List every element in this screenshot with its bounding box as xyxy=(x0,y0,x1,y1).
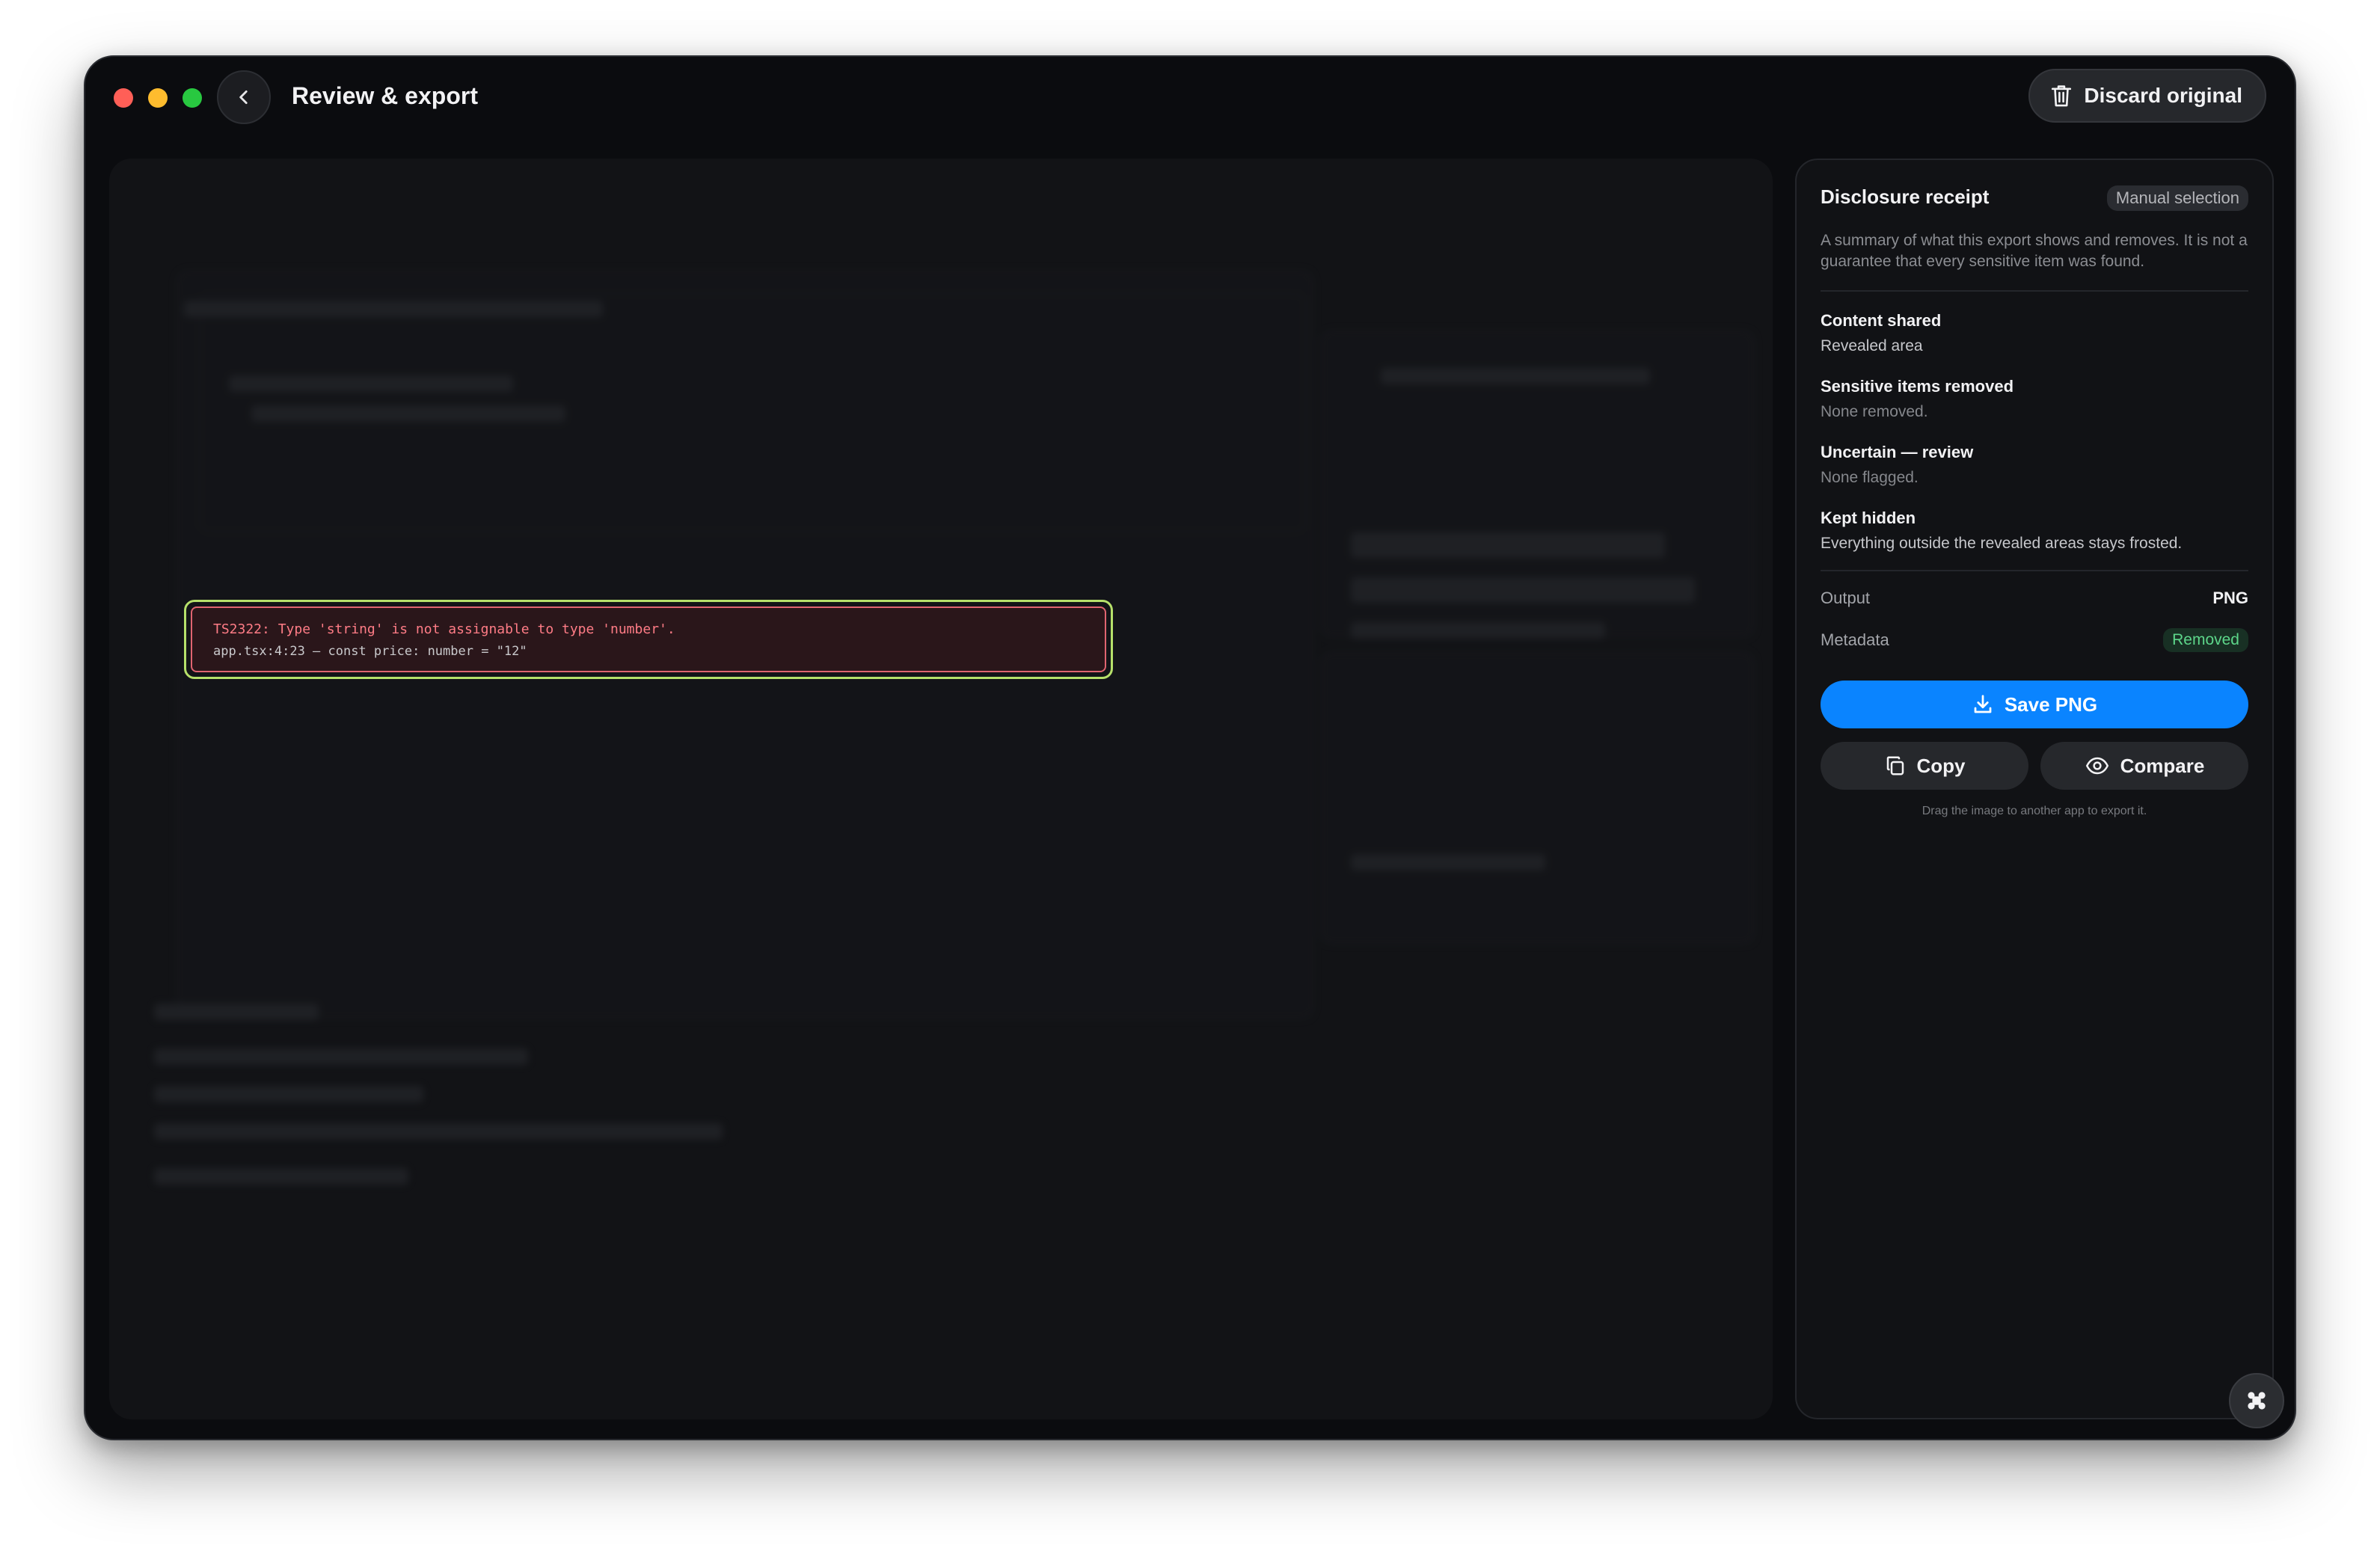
copy-button[interactable]: Copy xyxy=(1821,742,2028,790)
divider xyxy=(1821,570,2248,571)
save-png-button[interactable]: Save PNG xyxy=(1821,681,2248,728)
app-window: Review & export Discard original TS2322:… xyxy=(84,55,2296,1440)
back-button[interactable] xyxy=(217,70,271,124)
minimize-window-button[interactable] xyxy=(148,88,168,108)
disclosure-receipt-panel: Disclosure receipt Manual selection A su… xyxy=(1795,159,2274,1419)
export-hint: Drag the image to another app to export … xyxy=(1922,805,2147,817)
export-preview-canvas[interactable]: TS2322: Type 'string' is not assignable … xyxy=(109,159,1773,1419)
output-value: PNG xyxy=(2212,589,2248,607)
uncertain-section: Uncertain — review None flagged. xyxy=(1821,441,2248,489)
compare-button[interactable]: Compare xyxy=(2040,742,2248,790)
save-png-label: Save PNG xyxy=(2004,692,2098,716)
frosted-content xyxy=(109,159,1773,1419)
copy-label: Copy xyxy=(1916,754,1966,777)
content-shared-section: Content shared Revealed area xyxy=(1821,310,2248,357)
sensitive-items-section: Sensitive items removed None removed. xyxy=(1821,375,2248,423)
trash-icon xyxy=(2052,85,2072,107)
copy-icon xyxy=(1886,756,1904,776)
metadata-status-badge: Removed xyxy=(2163,628,2248,652)
output-label: Output xyxy=(1821,589,1871,607)
kept-hidden-section: Kept hidden Everything outside the revea… xyxy=(1821,507,2248,555)
receipt-title: Disclosure receipt xyxy=(1821,185,1990,208)
shortcuts-button[interactable] xyxy=(2229,1373,2284,1428)
eye-icon xyxy=(2085,757,2108,775)
section-title: Kept hidden xyxy=(1821,509,1916,527)
zoom-window-button[interactable] xyxy=(183,88,202,108)
download-icon xyxy=(1974,695,1992,713)
metadata-label: Metadata xyxy=(1821,630,1889,649)
back-chevron-icon xyxy=(239,90,248,104)
output-row: Output PNG xyxy=(1821,577,2248,619)
close-window-button[interactable] xyxy=(114,88,133,108)
section-title: Sensitive items removed xyxy=(1821,377,2014,396)
selection-mode-badge: Manual selection xyxy=(2106,185,2248,211)
error-message: TS2322: Type 'string' is not assignable … xyxy=(213,621,675,637)
section-value: None flagged. xyxy=(1821,469,1919,486)
section-title: Content shared xyxy=(1821,311,1942,330)
page-title: Review & export xyxy=(292,82,478,109)
section-title: Uncertain — review xyxy=(1821,443,1974,461)
receipt-description: A summary of what this export shows and … xyxy=(1821,230,2248,292)
compare-label: Compare xyxy=(2120,754,2205,777)
discard-original-label: Discard original xyxy=(2084,84,2242,107)
revealed-area[interactable]: TS2322: Type 'string' is not assignable … xyxy=(184,600,1113,679)
metadata-row: Metadata Removed xyxy=(1821,619,2248,661)
section-value: Everything outside the revealed areas st… xyxy=(1821,535,2183,552)
command-icon xyxy=(2248,1392,2266,1410)
window-controls xyxy=(114,88,202,108)
section-value: Revealed area xyxy=(1821,337,1923,354)
section-value: None removed. xyxy=(1821,403,1928,420)
discard-original-button[interactable]: Discard original xyxy=(2028,69,2266,123)
error-message-block: TS2322: Type 'string' is not assignable … xyxy=(191,606,1106,672)
error-location: app.tsx:4:23 — const price: number = "12… xyxy=(213,644,527,659)
